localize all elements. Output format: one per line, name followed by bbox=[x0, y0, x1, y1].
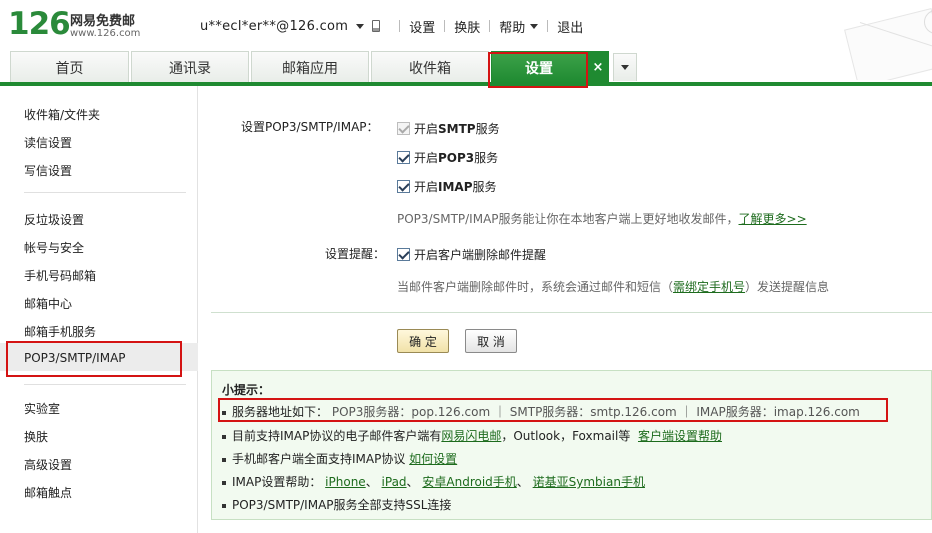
bind-phone-link[interactable]: 需绑定手机号 bbox=[673, 280, 745, 294]
tab-home[interactable]: 首页 bbox=[10, 51, 129, 83]
smtp-label-bold: SMTP bbox=[438, 121, 476, 136]
phone-icon[interactable] bbox=[372, 20, 381, 32]
help-link[interactable]: 帮助 bbox=[499, 17, 525, 36]
tip5-text: POP3/SMTP/IMAP服务全部支持SSL连接 bbox=[232, 498, 452, 512]
ipad-link[interactable]: iPad bbox=[382, 475, 407, 489]
tab-contacts[interactable]: 通讯录 bbox=[131, 51, 249, 83]
how-to-setup-link[interactable]: 如何设置 bbox=[409, 452, 457, 466]
smtp-checkbox-row[interactable]: 开启 SMTP 服务 bbox=[397, 120, 500, 137]
separator bbox=[489, 20, 491, 32]
sidebar-item-compose-settings[interactable]: 写信设置 bbox=[24, 162, 72, 179]
tip-mobile-client: 手机邮客户端全面支持IMAP协议 如何设置 bbox=[222, 450, 457, 467]
separator bbox=[444, 20, 446, 32]
tips-title: 小提示： bbox=[222, 383, 271, 397]
logo-number: 126 bbox=[8, 6, 71, 42]
pop-settings-label: 设置POP3/SMTP/IMAP： bbox=[241, 120, 379, 134]
cancel-button[interactable]: 取 消 bbox=[465, 329, 517, 353]
tip4-separator: 、 bbox=[406, 475, 419, 489]
separator bbox=[399, 20, 401, 32]
learn-more-link[interactable]: 了解更多>> bbox=[739, 212, 807, 226]
pop3-checkbox[interactable] bbox=[397, 151, 410, 164]
sidebar: 收件箱/文件夹 读信设置 写信设置 反垃圾设置 帐号与安全 手机号码邮箱 邮箱中… bbox=[0, 86, 198, 533]
smtp-label-prefix: 开启 bbox=[414, 122, 439, 136]
sidebar-divider bbox=[24, 384, 186, 385]
tip4-text: IMAP设置帮助： bbox=[232, 475, 322, 489]
settings-panel: 设置POP3/SMTP/IMAP： 开启 SMTP 服务 开启 POP3 服务 开启 IM… bbox=[199, 86, 932, 533]
tab-inbox[interactable]: 收件箱 bbox=[371, 51, 489, 83]
remind-checkbox-label: 开启客户端删除邮件提醒 bbox=[414, 248, 547, 262]
remind-checkbox[interactable] bbox=[397, 248, 410, 261]
separator bbox=[547, 20, 549, 32]
section-divider bbox=[211, 312, 932, 313]
imap-label-bold: IMAP bbox=[438, 179, 473, 194]
account-name[interactable]: u**ecl*er**@126.com bbox=[200, 19, 348, 34]
close-tab-icon[interactable]: × bbox=[587, 51, 609, 83]
iphone-link[interactable]: iPhone bbox=[325, 475, 366, 489]
sidebar-item-read-settings[interactable]: 读信设置 bbox=[24, 134, 72, 151]
smtp-checkbox[interactable] bbox=[397, 122, 410, 135]
header: 126 网易免费邮 www.126.com u**ecl*er**@126.co… bbox=[0, 0, 932, 80]
tip4-separator: 、 bbox=[516, 475, 529, 489]
top-bar: u**ecl*er**@126.com 设置 换肤 帮助 退出 bbox=[200, 16, 583, 36]
skin-link[interactable]: 换肤 bbox=[454, 17, 480, 36]
help-dropdown-icon[interactable] bbox=[530, 23, 539, 29]
sidebar-item-mobile-service[interactable]: 邮箱手机服务 bbox=[24, 323, 96, 340]
remind-hint: 当邮件客户端删除邮件时，系统会通过邮件和短信（需绑定手机号）发送提醒信息 bbox=[397, 278, 829, 295]
remind-hint-pre: 当邮件客户端删除邮件时，系统会通过邮件和短信（ bbox=[397, 280, 674, 294]
remind-hint-post: ）发送提醒信息 bbox=[745, 280, 830, 294]
android-link[interactable]: 安卓Android手机 bbox=[422, 475, 516, 489]
tip4-separator: 、 bbox=[365, 475, 378, 489]
logo-name: 网易免费邮 bbox=[70, 14, 136, 29]
confirm-button[interactable]: 确 定 bbox=[397, 329, 449, 353]
account-dropdown-icon[interactable] bbox=[356, 23, 365, 29]
symbian-link[interactable]: 诺基亚Symbian手机 bbox=[533, 475, 645, 489]
imap-label-suffix: 服务 bbox=[472, 180, 497, 194]
imap-checkbox-row[interactable]: 开启 IMAP 服务 bbox=[397, 178, 497, 195]
sidebar-item-advanced[interactable]: 高级设置 bbox=[24, 456, 72, 473]
client-setup-help-link[interactable]: 客户端设置帮助 bbox=[638, 429, 722, 443]
main-tabs: 首页 通讯录 邮箱应用 收件箱 设置 × bbox=[10, 51, 932, 83]
settings-link[interactable]: 设置 bbox=[409, 17, 435, 36]
smtp-label-suffix: 服务 bbox=[475, 122, 500, 136]
tip-imap-help: IMAP设置帮助： iPhone、 iPad、 安卓Android手机、 诺基亚… bbox=[222, 473, 645, 490]
sidebar-item-skin[interactable]: 换肤 bbox=[24, 428, 48, 445]
remind-checkbox-row[interactable]: 开启客户端删除邮件提醒 bbox=[397, 246, 546, 263]
highlight-server-address bbox=[218, 398, 888, 422]
sidebar-item-mailbox-center[interactable]: 邮箱中心 bbox=[24, 295, 72, 312]
remind-label: 设置提醒： bbox=[325, 247, 386, 261]
tip-imap-clients: 目前支持IMAP协议的电子邮件客户端有网易闪电邮，Outlook，Foxmail… bbox=[222, 427, 722, 444]
sidebar-item-account-security[interactable]: 帐号与安全 bbox=[24, 239, 84, 256]
sidebar-item-antispam[interactable]: 反垃圾设置 bbox=[24, 211, 84, 228]
tip2-text: 目前支持IMAP协议的电子邮件客户端有 bbox=[232, 429, 442, 443]
pop3-label-bold: POP3 bbox=[438, 150, 475, 165]
sidebar-divider bbox=[24, 192, 186, 193]
highlight-settings-tab bbox=[488, 52, 588, 88]
tip-ssl: POP3/SMTP/IMAP服务全部支持SSL连接 bbox=[222, 496, 451, 513]
pop-hint-text: POP3/SMTP/IMAP服务能让你在本地客户端上更好地收发邮件， bbox=[397, 212, 739, 226]
imap-label-prefix: 开启 bbox=[414, 180, 439, 194]
sidebar-item-lab[interactable]: 实验室 bbox=[24, 400, 60, 417]
logo[interactable]: 126 网易免费邮 www.126.com bbox=[8, 6, 148, 46]
logo-url: www.126.com bbox=[70, 28, 141, 39]
pop3-label-prefix: 开启 bbox=[414, 151, 439, 165]
tip3-text: 手机邮客户端全面支持IMAP协议 bbox=[232, 452, 406, 466]
sidebar-item-phone-mailbox[interactable]: 手机号码邮箱 bbox=[24, 267, 96, 284]
tab-mail-apps[interactable]: 邮箱应用 bbox=[251, 51, 369, 83]
chevron-down-icon bbox=[621, 65, 629, 70]
imap-checkbox[interactable] bbox=[397, 180, 410, 193]
pop-hint: POP3/SMTP/IMAP服务能让你在本地客户端上更好地收发邮件，了解更多>> bbox=[397, 210, 807, 227]
more-tabs-button[interactable] bbox=[613, 53, 637, 81]
highlight-pop3-item bbox=[6, 341, 182, 377]
pop3-label-suffix: 服务 bbox=[474, 151, 499, 165]
pop3-checkbox-row[interactable]: 开启 POP3 服务 bbox=[397, 149, 498, 166]
logout-link[interactable]: 退出 bbox=[557, 17, 583, 36]
sidebar-item-folders[interactable]: 收件箱/文件夹 bbox=[24, 106, 100, 123]
tips-panel: 小提示： 服务器地址如下： POP3服务器：pop.126.com ｜ SMTP… bbox=[211, 370, 932, 520]
sidebar-item-touchpoints[interactable]: 邮箱触点 bbox=[24, 484, 72, 501]
netease-flash-link[interactable]: 网易闪电邮 bbox=[441, 429, 501, 443]
tip2-mid: ，Outlook，Foxmail等 bbox=[501, 429, 631, 443]
